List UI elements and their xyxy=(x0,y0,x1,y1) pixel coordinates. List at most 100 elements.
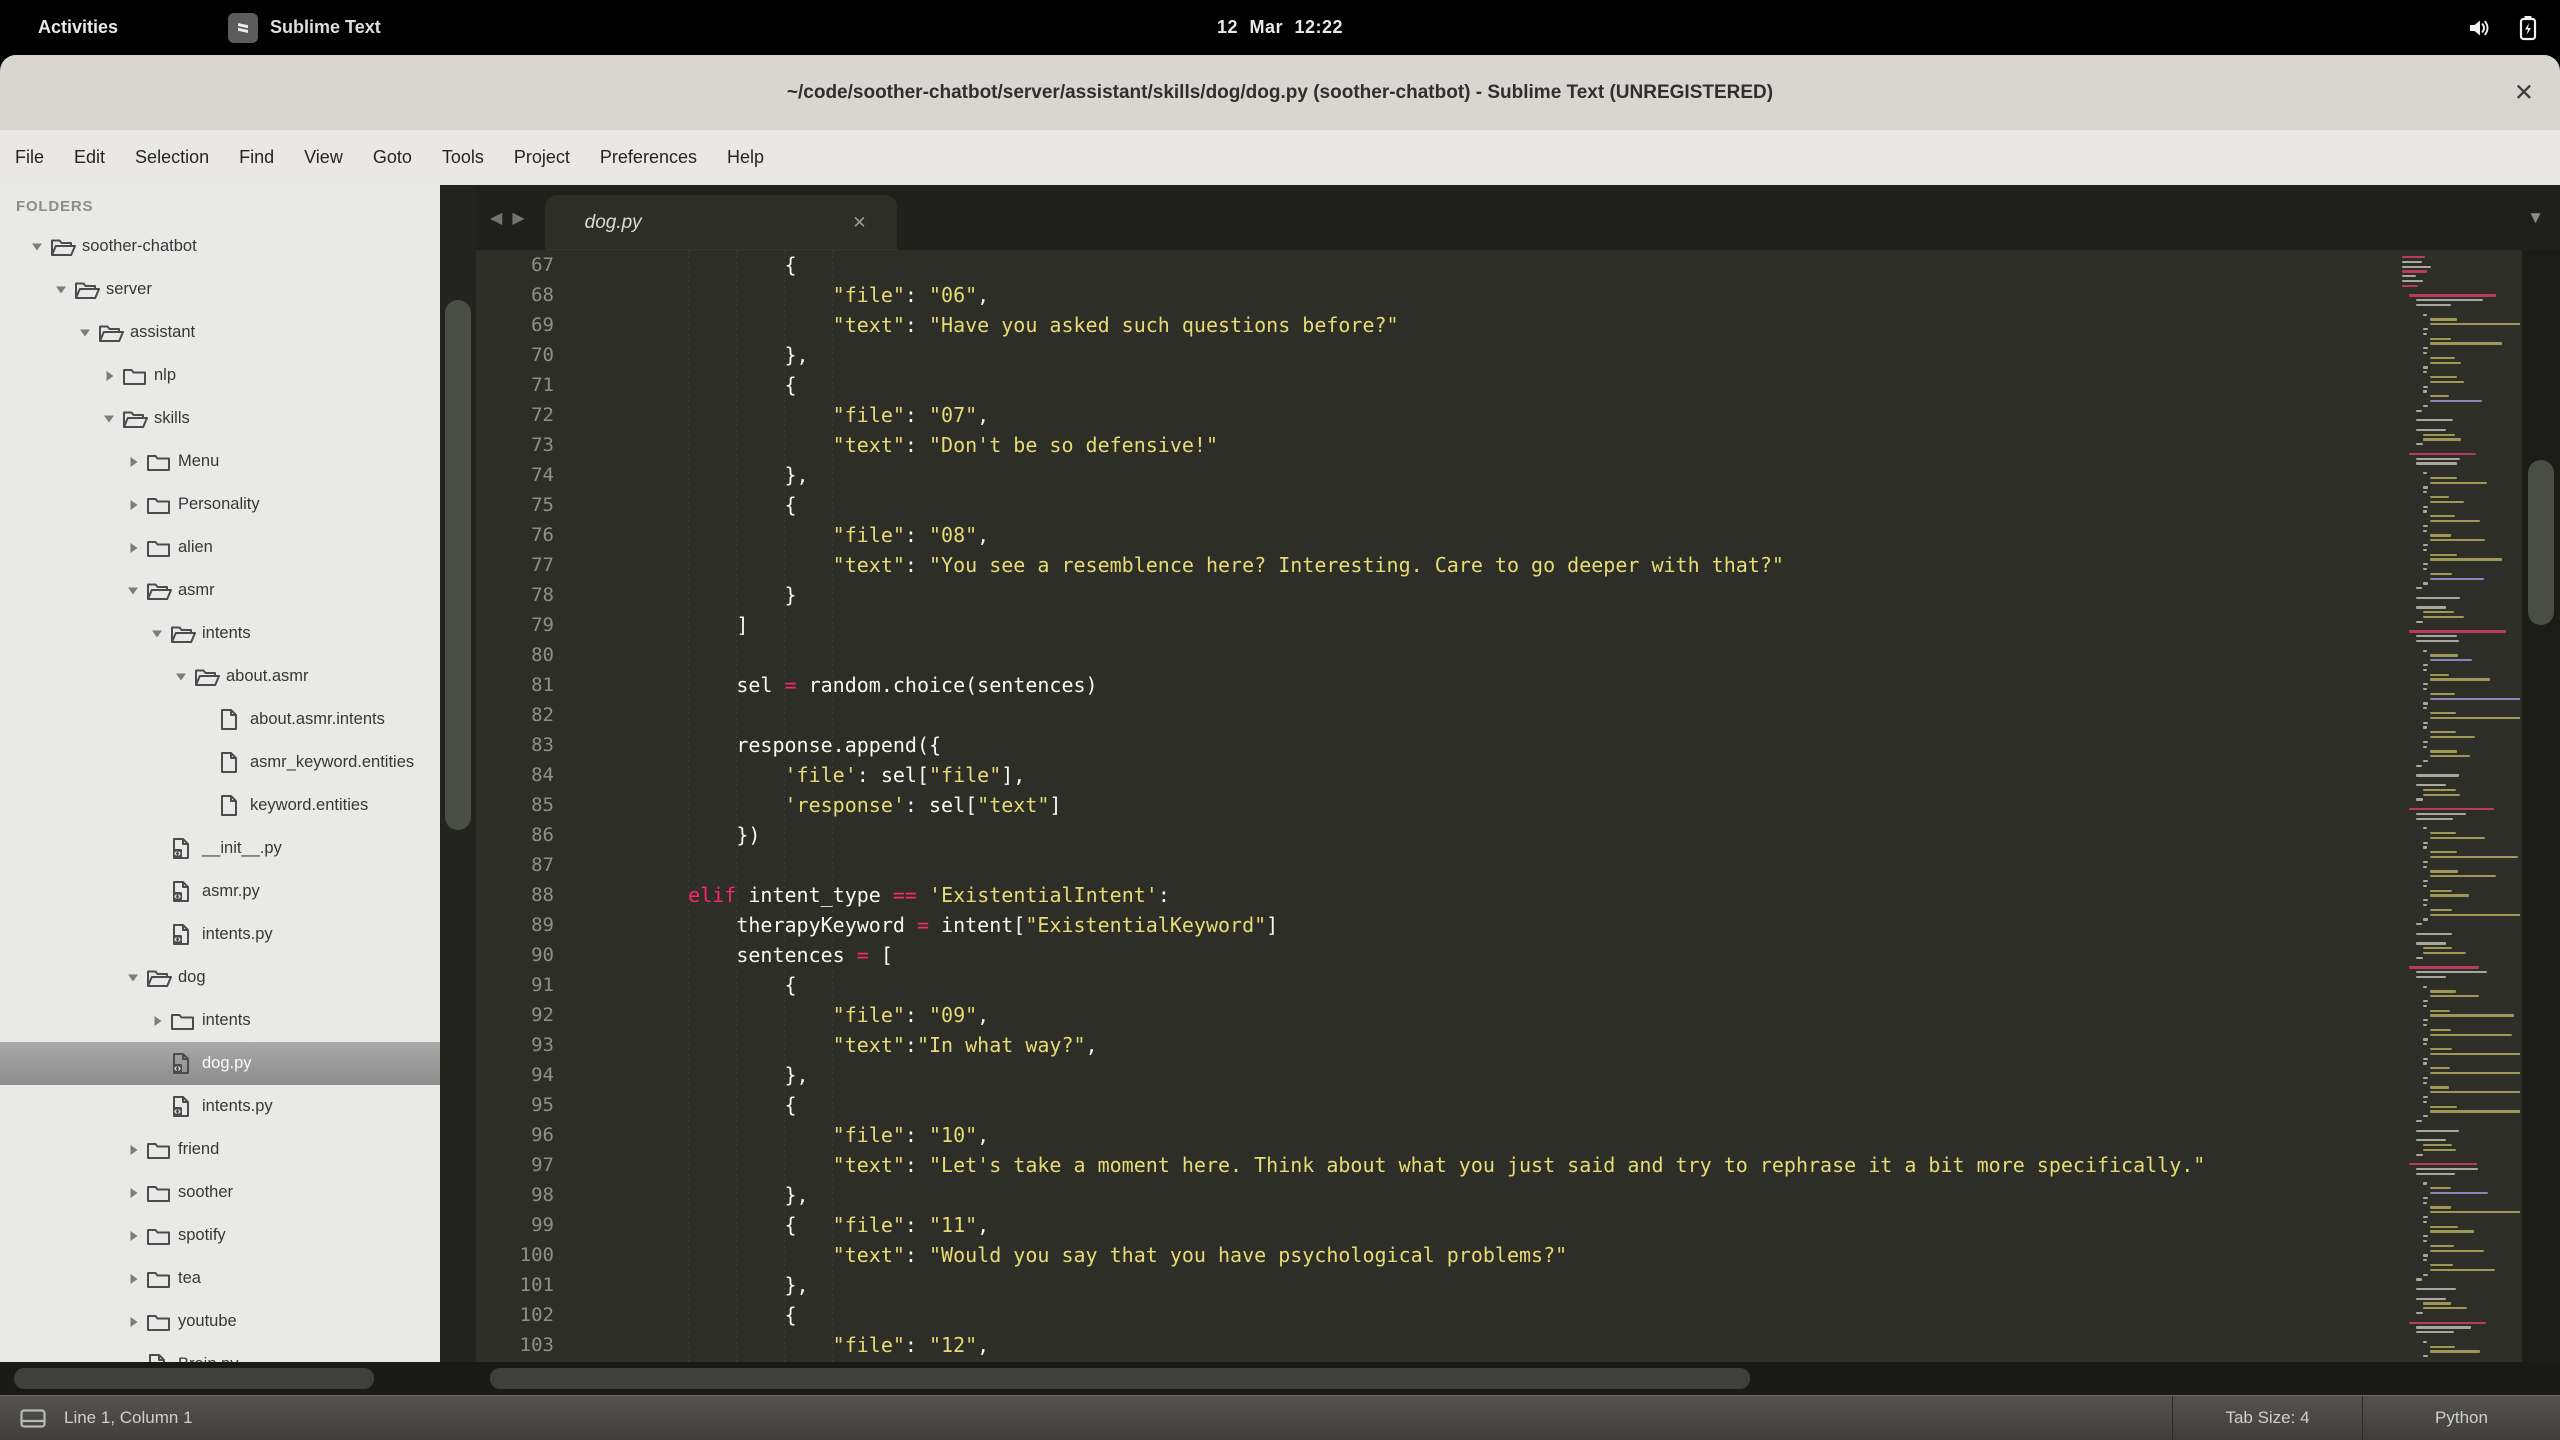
collapsed-arrow-icon[interactable] xyxy=(120,1187,146,1199)
tab-close-icon[interactable]: ✕ xyxy=(852,213,866,233)
code-line-69[interactable]: 69 "text": "Have you asked such question… xyxy=(476,310,2560,340)
panel-toggle-icon[interactable] xyxy=(20,1408,46,1428)
window-close-button[interactable]: ✕ xyxy=(2514,78,2534,107)
collapsed-arrow-icon[interactable] xyxy=(120,499,146,511)
code-line-100[interactable]: 100 "text": "Would you say that you have… xyxy=(476,1240,2560,1270)
code-line-102[interactable]: 102 { xyxy=(476,1300,2560,1330)
code-line-89[interactable]: 89 therapyKeyword = intent["ExistentialK… xyxy=(476,910,2560,940)
code-line-93[interactable]: 93 "text":"In what way?", xyxy=(476,1030,2560,1060)
expanded-arrow-icon[interactable] xyxy=(48,284,74,295)
code-line-82[interactable]: 82 xyxy=(476,700,2560,730)
tree-item-dog[interactable]: dog xyxy=(0,956,440,999)
expanded-arrow-icon[interactable] xyxy=(96,413,122,424)
tree-item-tea[interactable]: tea xyxy=(0,1257,440,1300)
activities-button[interactable]: Activities xyxy=(38,17,118,38)
tree-item-friend[interactable]: friend xyxy=(0,1128,440,1171)
code-line-85[interactable]: 85 'response': sel["text"] xyxy=(476,790,2560,820)
collapsed-arrow-icon[interactable] xyxy=(120,542,146,554)
code-line-96[interactable]: 96 "file": "10", xyxy=(476,1120,2560,1150)
tree-item-asmr-py[interactable]: asmr.py xyxy=(0,870,440,913)
tree-item-youtube[interactable]: youtube xyxy=(0,1300,440,1343)
collapsed-arrow-icon[interactable] xyxy=(120,1144,146,1156)
expanded-arrow-icon[interactable] xyxy=(72,327,98,338)
collapsed-arrow-icon[interactable] xyxy=(120,1230,146,1242)
code-line-87[interactable]: 87 xyxy=(476,850,2560,880)
editor-scrollbar-thumb[interactable] xyxy=(2528,460,2554,625)
code-line-76[interactable]: 76 "file": "08", xyxy=(476,520,2560,550)
expanded-arrow-icon[interactable] xyxy=(120,972,146,983)
clock[interactable]: 12 Mar 12:22 xyxy=(1217,17,1343,38)
code-editor[interactable]: 67 {68 "file": "06", 69 "text": "Have you… xyxy=(476,250,2560,1362)
code-line-94[interactable]: 94 }, xyxy=(476,1060,2560,1090)
code-line-83[interactable]: 83 response.append({ xyxy=(476,730,2560,760)
tree-item-menu[interactable]: Menu xyxy=(0,440,440,483)
code-line-74[interactable]: 74 }, xyxy=(476,460,2560,490)
code-line-90[interactable]: 90 sentences = [ xyxy=(476,940,2560,970)
menu-file[interactable]: File xyxy=(0,130,59,185)
tree-item-dog-py[interactable]: dog.py xyxy=(0,1042,440,1085)
code-line-67[interactable]: 67 { xyxy=(476,250,2560,280)
code-line-101[interactable]: 101 }, xyxy=(476,1270,2560,1300)
tree-item-asmr-keyword-entities[interactable]: asmr_keyword.entities xyxy=(0,741,440,784)
menu-help[interactable]: Help xyxy=(712,130,779,185)
code-line-75[interactable]: 75 { xyxy=(476,490,2560,520)
expanded-arrow-icon[interactable] xyxy=(168,671,194,682)
code-line-98[interactable]: 98 }, xyxy=(476,1180,2560,1210)
tree-item-assistant[interactable]: assistant xyxy=(0,311,440,354)
code-line-71[interactable]: 71 { xyxy=(476,370,2560,400)
tree-item-asmr[interactable]: asmr xyxy=(0,569,440,612)
code-line-72[interactable]: 72 "file": "07", xyxy=(476,400,2560,430)
tree-item-intents-py[interactable]: intents.py xyxy=(0,913,440,956)
expanded-arrow-icon[interactable] xyxy=(120,585,146,596)
tree-item-skills[interactable]: skills xyxy=(0,397,440,440)
menu-project[interactable]: Project xyxy=(499,130,585,185)
menu-find[interactable]: Find xyxy=(224,130,289,185)
tab-size-selector[interactable]: Tab Size: 4 xyxy=(2172,1396,2362,1440)
menu-view[interactable]: View xyxy=(289,130,358,185)
menu-goto[interactable]: Goto xyxy=(358,130,427,185)
menu-selection[interactable]: Selection xyxy=(120,130,224,185)
tree-item-intents-py[interactable]: intents.py xyxy=(0,1085,440,1128)
code-line-81[interactable]: 81 sel = random.choice(sentences) xyxy=(476,670,2560,700)
tab-overflow-icon[interactable]: ▼ xyxy=(2527,208,2544,228)
code-line-77[interactable]: 77 "text": "You see a resemblence here? … xyxy=(476,550,2560,580)
tab-dog-py[interactable]: dog.py ✕ xyxy=(544,195,897,250)
code-line-79[interactable]: 79 ] xyxy=(476,610,2560,640)
expanded-arrow-icon[interactable] xyxy=(144,628,170,639)
code-line-92[interactable]: 92 "file": "09", xyxy=(476,1000,2560,1030)
code-line-73[interactable]: 73 "text": "Don't be so defensive!" xyxy=(476,430,2560,460)
prev-tab-icon[interactable]: ◀ xyxy=(490,208,502,228)
tree-item-spotify[interactable]: spotify xyxy=(0,1214,440,1257)
code-line-97[interactable]: 97 "text": "Let's take a moment here. Th… xyxy=(476,1150,2560,1180)
code-line-103[interactable]: 103 "file": "12", xyxy=(476,1330,2560,1360)
minimap[interactable] xyxy=(2400,254,2520,1358)
sidebar-hscroll-thumb[interactable] xyxy=(14,1368,374,1389)
code-line-86[interactable]: 86 }) xyxy=(476,820,2560,850)
menu-edit[interactable]: Edit xyxy=(59,130,120,185)
tree-item-nlp[interactable]: nlp xyxy=(0,354,440,397)
tree-item-brain-py[interactable]: Brain.py xyxy=(0,1343,440,1362)
tree-item-soother-chatbot[interactable]: soother-chatbot xyxy=(0,225,440,268)
tree-item-personality[interactable]: Personality xyxy=(0,483,440,526)
code-line-91[interactable]: 91 { xyxy=(476,970,2560,1000)
code-line-68[interactable]: 68 "file": "06", xyxy=(476,280,2560,310)
collapsed-arrow-icon[interactable] xyxy=(96,370,122,382)
collapsed-arrow-icon[interactable] xyxy=(144,1015,170,1027)
code-line-88[interactable]: 88 elif intent_type == 'ExistentialInten… xyxy=(476,880,2560,910)
system-status-area[interactable] xyxy=(2468,15,2538,41)
collapsed-arrow-icon[interactable] xyxy=(120,1316,146,1328)
collapsed-arrow-icon[interactable] xyxy=(120,1273,146,1285)
code-line-84[interactable]: 84 'file': sel["file"], xyxy=(476,760,2560,790)
editor-hscroll-thumb[interactable] xyxy=(490,1368,1750,1389)
syntax-selector[interactable]: Python xyxy=(2362,1396,2560,1440)
tree-item-server[interactable]: server xyxy=(0,268,440,311)
code-line-70[interactable]: 70 }, xyxy=(476,340,2560,370)
menu-preferences[interactable]: Preferences xyxy=(585,130,712,185)
tree-item-about-asmr[interactable]: about.asmr xyxy=(0,655,440,698)
tree-item-alien[interactable]: alien xyxy=(0,526,440,569)
next-tab-icon[interactable]: ▶ xyxy=(512,208,524,228)
window-titlebar[interactable]: ~/code/soother-chatbot/server/assistant/… xyxy=(0,55,2560,130)
tree-item-init-py[interactable]: __init__.py xyxy=(0,827,440,870)
expanded-arrow-icon[interactable] xyxy=(24,241,50,252)
collapsed-arrow-icon[interactable] xyxy=(120,456,146,468)
